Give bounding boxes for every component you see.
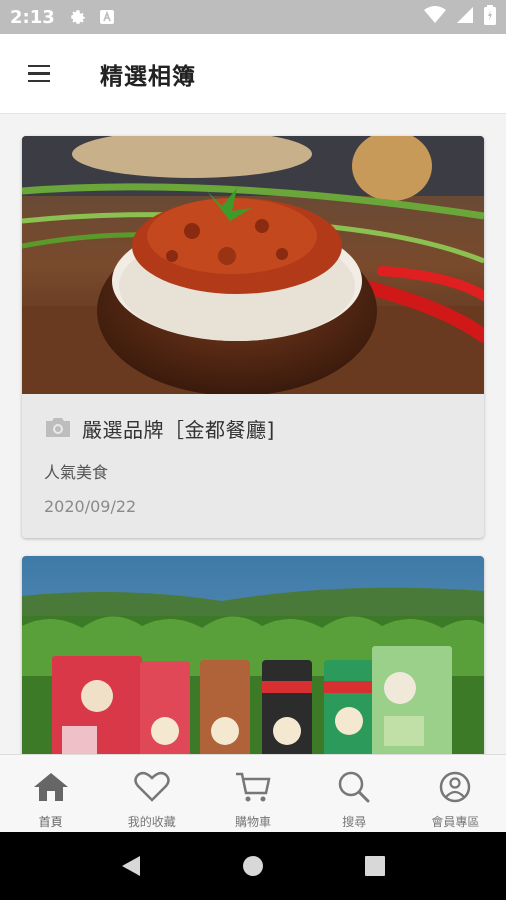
keyboard-a-icon xyxy=(99,9,115,25)
search-icon xyxy=(335,771,373,807)
album-date: 2020/09/22 xyxy=(44,497,137,516)
nav-member-label: 會員專區 xyxy=(431,815,480,829)
status-bar: 2:13 xyxy=(0,0,506,34)
status-time: 2:13 xyxy=(10,6,55,28)
app-screen: 2:13 精選相簿 嚴選品牌［金都餐廳] 人氣美食 2020/09/22 首頁 … xyxy=(0,0,506,900)
album-card[interactable]: 嚴選品牌［金都餐廳] 人氣美食 2020/09/22 xyxy=(22,136,484,538)
nav-home[interactable]: 首頁 xyxy=(0,755,101,832)
album-title: 嚴選品牌［金都餐廳] xyxy=(82,418,275,442)
album-card-body: 嚴選品牌［金都餐廳] 人氣美食 2020/09/22 xyxy=(22,394,484,538)
album-photo-tea-products[interactable] xyxy=(22,556,484,754)
app-bar: 精選相簿 xyxy=(0,34,506,114)
nav-home-label: 首頁 xyxy=(38,815,63,829)
nav-cart[interactable]: 購物車 xyxy=(202,755,303,832)
nav-favorites[interactable]: 我的收藏 xyxy=(101,755,202,832)
nav-favorites-label: 我的收藏 xyxy=(127,815,176,829)
album-card[interactable] xyxy=(22,556,484,754)
page-title: 精選相簿 xyxy=(100,63,196,90)
recents-icon[interactable] xyxy=(355,846,395,886)
album-list: 嚴選品牌［金都餐廳] 人氣美食 2020/09/22 xyxy=(0,114,506,754)
heart-icon xyxy=(133,771,171,807)
camera-icon xyxy=(44,416,72,442)
user-icon xyxy=(436,771,474,807)
home-icon xyxy=(32,771,70,807)
nav-search[interactable]: 搜尋 xyxy=(304,755,405,832)
menu-icon[interactable] xyxy=(20,54,60,94)
nav-cart-label: 購物車 xyxy=(235,815,272,829)
album-title-row: 嚴選品牌［金都餐廳] xyxy=(44,414,462,443)
wifi-icon xyxy=(424,6,446,28)
home-circle-icon[interactable] xyxy=(233,846,273,886)
settings-gear-icon xyxy=(69,8,87,26)
cart-icon xyxy=(234,771,272,807)
signal-icon xyxy=(456,6,474,28)
bottom-navigation: 首頁 我的收藏 購物車 搜尋 會員專區 xyxy=(0,754,506,832)
album-category: 人氣美食 xyxy=(44,463,109,482)
back-icon[interactable] xyxy=(111,846,151,886)
nav-member[interactable]: 會員專區 xyxy=(405,755,506,832)
battery-icon xyxy=(484,5,496,29)
system-navigation-bar xyxy=(0,832,506,900)
nav-search-label: 搜尋 xyxy=(342,815,367,829)
album-photo-braised-pork-rice[interactable] xyxy=(22,136,484,394)
